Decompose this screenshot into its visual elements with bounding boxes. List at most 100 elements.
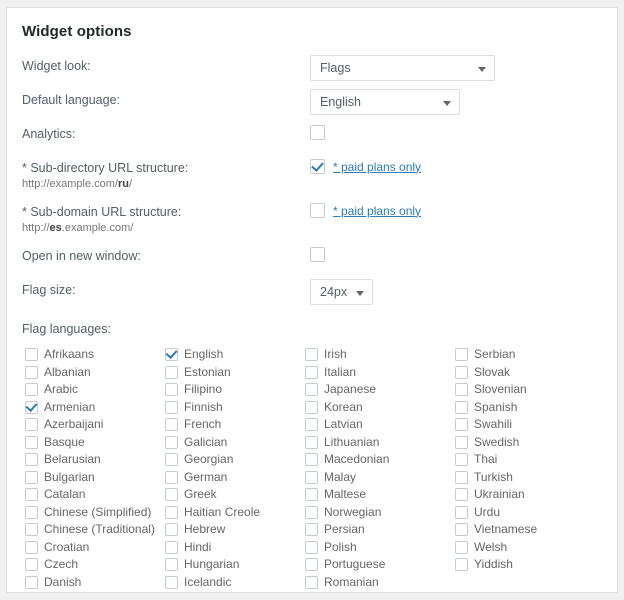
paid-plans-link[interactable]: * paid plans only <box>333 204 421 218</box>
select-default-language[interactable]: English <box>310 89 460 115</box>
language-checkbox[interactable] <box>305 348 318 362</box>
language-checkbox[interactable] <box>305 575 318 589</box>
language-checkbox[interactable] <box>455 348 468 362</box>
language-item[interactable]: German <box>165 469 260 487</box>
language-item[interactable]: Filipino <box>165 381 260 399</box>
language-item[interactable]: Danish <box>25 574 155 592</box>
language-checkbox[interactable] <box>25 418 38 432</box>
language-item[interactable]: Armenian <box>25 399 155 417</box>
language-item[interactable]: Romanian <box>305 574 389 592</box>
language-item[interactable]: Azerbaijani <box>25 416 155 434</box>
language-checkbox[interactable] <box>305 488 318 502</box>
language-checkbox[interactable] <box>455 453 468 467</box>
language-item[interactable]: Belarusian <box>25 451 155 469</box>
language-item[interactable]: Chinese (Traditional) <box>25 521 155 539</box>
language-checkbox[interactable] <box>165 453 178 467</box>
language-item[interactable]: Norwegian <box>305 504 389 522</box>
language-checkbox[interactable] <box>455 523 468 537</box>
language-checkbox[interactable] <box>25 470 38 484</box>
language-checkbox[interactable] <box>25 540 38 554</box>
language-item[interactable]: Greek <box>165 486 260 504</box>
language-item[interactable]: Dutch <box>25 591 155 592</box>
language-item[interactable]: Ukrainian <box>455 486 537 504</box>
language-checkbox[interactable] <box>455 400 468 414</box>
language-item[interactable]: Japanese <box>305 381 389 399</box>
checkbox[interactable] <box>310 247 325 263</box>
language-item[interactable]: Basque <box>25 434 155 452</box>
language-item[interactable]: Portuguese <box>305 556 389 574</box>
language-checkbox[interactable] <box>305 558 318 572</box>
language-item[interactable]: Latvian <box>305 416 389 434</box>
select-widget-look[interactable]: Flags <box>310 55 495 81</box>
language-item[interactable]: Italian <box>305 364 389 382</box>
language-checkbox[interactable] <box>25 348 38 362</box>
language-item[interactable]: Thai <box>455 451 537 469</box>
language-checkbox[interactable] <box>455 488 468 502</box>
language-item[interactable]: Persian <box>305 521 389 539</box>
language-checkbox[interactable] <box>305 505 318 519</box>
language-item[interactable]: Turkish <box>455 469 537 487</box>
language-item[interactable]: Catalan <box>25 486 155 504</box>
language-item[interactable]: Hebrew <box>165 521 260 539</box>
language-checkbox[interactable] <box>165 418 178 432</box>
language-checkbox[interactable] <box>25 383 38 397</box>
language-item[interactable]: Polish <box>305 539 389 557</box>
language-checkbox[interactable] <box>165 435 178 449</box>
language-checkbox[interactable] <box>165 488 178 502</box>
language-item[interactable]: Afrikaans <box>25 346 155 364</box>
language-checkbox[interactable] <box>455 435 468 449</box>
language-checkbox[interactable] <box>165 470 178 484</box>
language-item[interactable]: Bulgarian <box>25 469 155 487</box>
language-item[interactable]: Spanish <box>455 399 537 417</box>
language-checkbox[interactable] <box>305 453 318 467</box>
language-checkbox[interactable] <box>25 523 38 537</box>
language-item[interactable]: Estonian <box>165 364 260 382</box>
paid-plans-link[interactable]: * paid plans only <box>333 160 421 174</box>
language-checkbox[interactable] <box>165 505 178 519</box>
language-checkbox[interactable] <box>165 365 178 379</box>
language-checkbox[interactable] <box>165 558 178 572</box>
language-checkbox[interactable] <box>25 558 38 572</box>
language-item[interactable]: Korean <box>305 399 389 417</box>
language-checkbox[interactable] <box>455 383 468 397</box>
language-checkbox[interactable] <box>305 540 318 554</box>
language-checkbox[interactable] <box>305 365 318 379</box>
checkbox[interactable] <box>310 159 325 175</box>
language-checkbox[interactable] <box>165 400 178 414</box>
language-checkbox[interactable] <box>25 488 38 502</box>
language-checkbox[interactable] <box>165 575 178 589</box>
language-item[interactable]: English <box>165 346 260 364</box>
language-item[interactable]: Slovenian <box>455 381 537 399</box>
language-checkbox[interactable] <box>25 505 38 519</box>
language-checkbox[interactable] <box>305 400 318 414</box>
language-checkbox[interactable] <box>25 435 38 449</box>
language-checkbox[interactable] <box>305 418 318 432</box>
language-item[interactable]: Finnish <box>165 399 260 417</box>
language-item[interactable]: Croatian <box>25 539 155 557</box>
language-item[interactable]: Swahili <box>455 416 537 434</box>
language-item[interactable]: Russian <box>305 591 389 592</box>
language-checkbox[interactable] <box>165 523 178 537</box>
language-item[interactable]: Swedish <box>455 434 537 452</box>
language-item[interactable]: Irish <box>305 346 389 364</box>
language-checkbox[interactable] <box>25 575 38 589</box>
language-item[interactable]: Vietnamese <box>455 521 537 539</box>
select-flag-size[interactable]: 24px <box>310 279 373 305</box>
language-checkbox[interactable] <box>455 558 468 572</box>
language-item[interactable]: Malay <box>305 469 389 487</box>
language-checkbox[interactable] <box>305 435 318 449</box>
language-checkbox[interactable] <box>305 470 318 484</box>
language-item[interactable]: Haitian Creole <box>165 504 260 522</box>
language-item[interactable]: Georgian <box>165 451 260 469</box>
language-checkbox[interactable] <box>455 470 468 484</box>
language-checkbox[interactable] <box>25 365 38 379</box>
checkbox[interactable] <box>310 125 325 141</box>
language-item[interactable]: Galician <box>165 434 260 452</box>
language-checkbox[interactable] <box>25 400 38 414</box>
language-item[interactable]: Czech <box>25 556 155 574</box>
language-item[interactable]: Macedonian <box>305 451 389 469</box>
checkbox[interactable] <box>310 203 325 219</box>
language-item[interactable]: Welsh <box>455 539 537 557</box>
language-item[interactable]: Serbian <box>455 346 537 364</box>
language-item[interactable]: Urdu <box>455 504 537 522</box>
